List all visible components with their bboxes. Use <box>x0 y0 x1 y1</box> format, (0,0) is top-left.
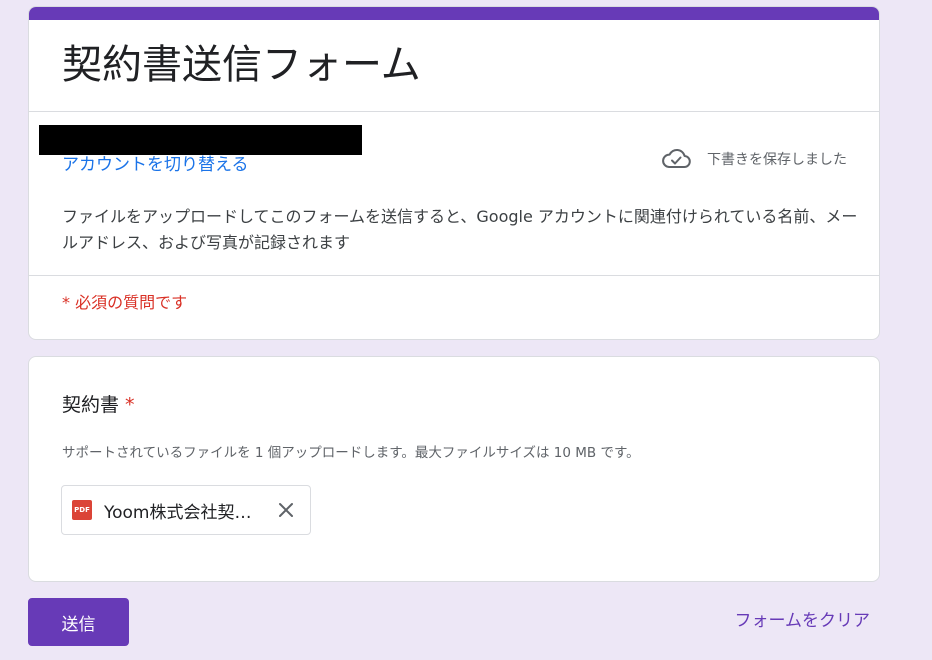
submit-button[interactable]: 送信 <box>28 598 129 646</box>
required-questions-note: * 必須の質問です <box>62 293 188 312</box>
data-collection-notice: ファイルをアップロードしてこのフォームを送信すると、Google アカウントに関… <box>62 207 858 252</box>
pdf-icon: PDF <box>72 500 92 520</box>
redacted-account-email <box>39 125 362 155</box>
form-title: 契約書送信フォーム <box>62 42 421 88</box>
switch-account-link[interactable]: アカウントを切り替える <box>62 153 249 177</box>
question-help-text: サポートされているファイルを 1 個アップロードします。最大ファイルサイズは 1… <box>62 445 640 461</box>
question-card-contract: 契約書 * サポートされているファイルを 1 個アップロードします。最大ファイルサ… <box>28 356 880 582</box>
question-title: 契約書 * <box>62 392 135 418</box>
cloud-done-icon <box>662 148 691 168</box>
question-title-text: 契約書 <box>62 394 120 416</box>
uploaded-file-name: Yoom株式会社契… <box>104 502 252 523</box>
required-asterisk: * <box>125 394 135 416</box>
clear-form-button[interactable]: フォームをクリア <box>735 609 871 633</box>
header-divider <box>29 111 879 112</box>
remove-file-button[interactable] <box>274 498 298 522</box>
save-status-text: 下書きを保存しました <box>707 152 847 168</box>
close-icon <box>279 503 293 517</box>
accent-stripe <box>29 7 879 20</box>
uploaded-file-chip[interactable]: PDF Yoom株式会社契… <box>61 485 311 535</box>
notice-divider <box>29 275 879 276</box>
form-header-card: 契約書送信フォーム アカウントを切り替える 下書きを保存しました ファイルをアッ… <box>28 6 880 340</box>
draft-save-status: 下書きを保存しました <box>661 145 847 173</box>
